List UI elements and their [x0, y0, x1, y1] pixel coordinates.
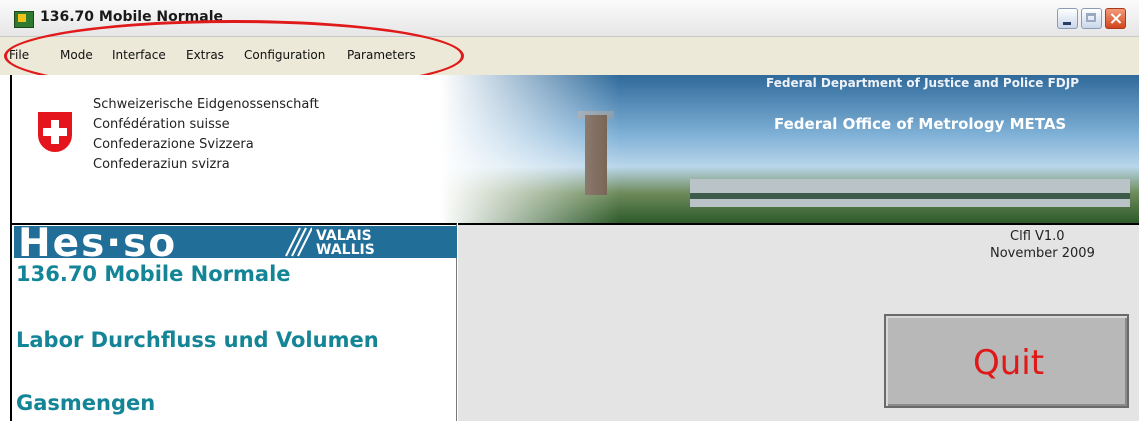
confederation-line: Confédération suisse: [93, 117, 230, 132]
gas-title: Gasmengen: [16, 391, 156, 415]
menu-configuration[interactable]: Configuration: [244, 48, 325, 62]
building-base: [690, 193, 1130, 199]
logo-slash-icon: [285, 227, 312, 257]
lab-title: Labor Durchfluss und Volumen: [16, 328, 379, 352]
minimize-button[interactable]: [1057, 8, 1078, 29]
project-title: 136.70 Mobile Normale: [16, 262, 291, 286]
swiss-cross-icon: [38, 112, 72, 152]
menu-extras[interactable]: Extras: [186, 48, 224, 62]
banner-photo: Federal Department of Justice and Police…: [440, 75, 1139, 223]
confederation-line: Confederaziun svizra: [93, 157, 230, 172]
department-name: Federal Department of Justice and Police…: [766, 76, 1080, 90]
menu-mode[interactable]: Mode: [60, 48, 93, 62]
logo-wallis: WALLIS: [316, 242, 375, 258]
quit-button-label: Quit: [972, 343, 1045, 383]
left-border: [0, 75, 12, 421]
menu-file[interactable]: File: [9, 48, 29, 62]
office-name: Federal Office of Metrology METAS: [774, 115, 1067, 133]
window-title: 136.70 Mobile Normale: [40, 9, 224, 25]
date-label: November 2009: [990, 246, 1095, 261]
confederation-line: Schweizerische Eidgenossenschaft: [93, 97, 319, 112]
menu-parameters[interactable]: Parameters: [347, 48, 416, 62]
quit-button[interactable]: Quit: [884, 314, 1129, 408]
confederation-line: Confederazione Svizzera: [93, 137, 254, 152]
logo-valais: VALAIS: [316, 228, 372, 244]
photo-fade: [440, 75, 620, 223]
close-button[interactable]: [1105, 8, 1126, 29]
app-icon: [14, 11, 34, 28]
menu-interface[interactable]: Interface: [112, 48, 166, 62]
hes-so-logo-text: Hes·so: [18, 221, 178, 266]
version-label: Clfl V1.0: [1010, 229, 1065, 244]
menu-bar: File Mode Interface Extras Configuration…: [0, 37, 1139, 76]
maximize-button[interactable]: [1081, 8, 1102, 29]
